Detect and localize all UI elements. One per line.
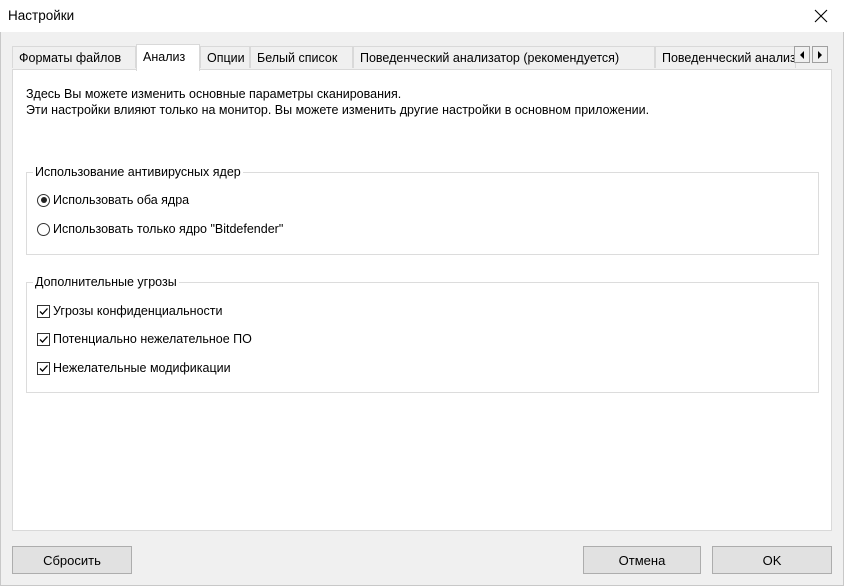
tab-behavior-analyzer-recommended[interactable]: Поведенческий анализатор (рекомендуется) xyxy=(353,46,655,68)
tab-scroll-left-button[interactable] xyxy=(794,46,810,63)
close-icon xyxy=(814,9,828,23)
reset-button[interactable]: Сбросить xyxy=(12,546,132,574)
radio-button[interactable] xyxy=(37,222,50,236)
tab-strip: Форматы файлов Анализ Опции Белый список… xyxy=(12,44,832,71)
checkmark-icon[interactable] xyxy=(37,304,50,318)
close-button[interactable] xyxy=(798,0,844,32)
checkbox-unwanted-modifications[interactable]: Нежелательные модификации xyxy=(37,359,231,377)
checkmark-icon[interactable] xyxy=(37,332,50,346)
radio-use-bitdefender-only[interactable]: Использовать только ядро "Bitdefender" xyxy=(37,220,283,238)
arrow-left-icon xyxy=(800,50,804,59)
checkbox-privacy-threats[interactable]: Угрозы конфиденциальности xyxy=(37,302,222,320)
description-line-2: Эти настройки влияют только на монитор. … xyxy=(26,103,650,117)
radio-use-both-engines[interactable]: Использовать оба ядра xyxy=(37,191,189,209)
engines-group-label: Использование антивирусных ядер xyxy=(33,164,243,180)
tab-scroll-right-button[interactable] xyxy=(812,46,828,63)
analysis-panel: Здесь Вы можете изменить основные параме… xyxy=(12,69,832,531)
additional-threats-group: Дополнительные угрозы Угрозы конфиденциа… xyxy=(26,274,819,393)
checkbox-pup[interactable]: Потенциально нежелательное ПО xyxy=(37,330,252,348)
radio-button-checked[interactable] xyxy=(37,193,50,207)
description: Здесь Вы можете изменить основные параме… xyxy=(26,86,649,118)
window-title: Настройки xyxy=(8,8,75,23)
title-bar: Настройки xyxy=(0,0,844,32)
tab-analysis[interactable]: Анализ xyxy=(136,44,200,71)
tab-file-formats[interactable]: Форматы файлов xyxy=(12,46,136,68)
ok-button[interactable]: OK xyxy=(712,546,832,574)
tab-whitelist[interactable]: Белый список xyxy=(250,46,353,68)
tab-behavior-analyzer[interactable]: Поведенческий анализатор xyxy=(655,46,796,68)
arrow-right-icon xyxy=(818,50,822,59)
tab-options[interactable]: Опции xyxy=(200,46,250,68)
additional-threats-group-label: Дополнительные угрозы xyxy=(33,274,179,290)
checkmark-icon[interactable] xyxy=(37,361,50,375)
cancel-button[interactable]: Отмена xyxy=(583,546,701,574)
engines-group: Использование антивирусных ядер Использо… xyxy=(26,164,819,255)
description-line-1: Здесь Вы можете изменить основные параме… xyxy=(26,87,402,101)
